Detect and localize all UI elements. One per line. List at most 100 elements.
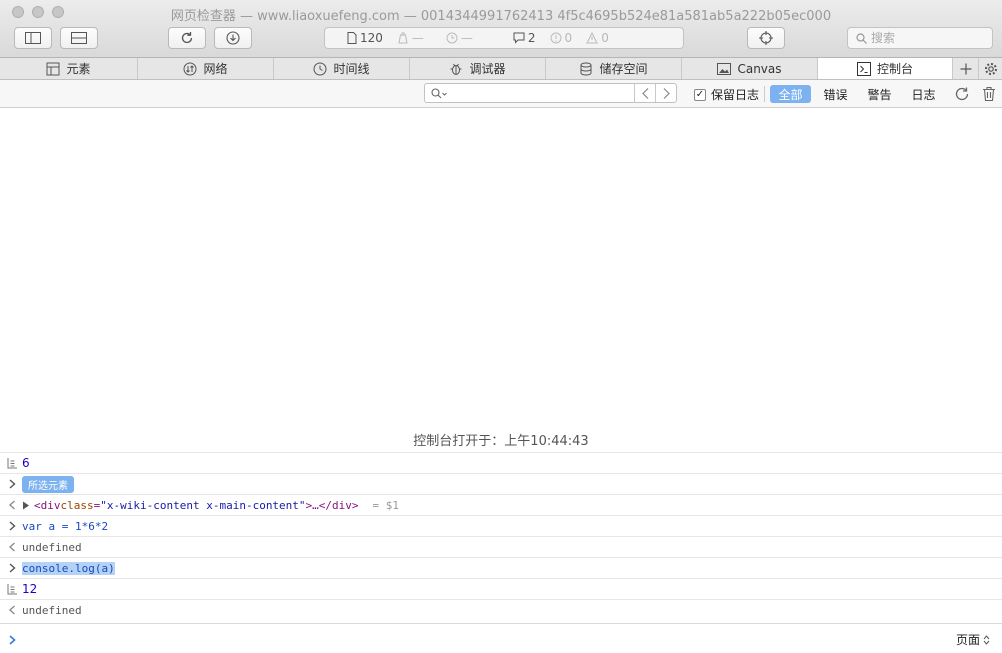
tab-console[interactable]: 控制台 (818, 58, 953, 79)
reload-button[interactable] (168, 27, 206, 49)
filter-field[interactable] (424, 83, 677, 103)
dock-bottom-button[interactable] (60, 27, 98, 49)
dock-side-button[interactable] (14, 27, 52, 49)
reload-icon (181, 32, 193, 44)
console-result[interactable]: undefined (0, 599, 1002, 620)
log-icon (6, 582, 18, 596)
search-icon (856, 32, 867, 44)
chevron-left-icon (641, 87, 648, 99)
dock-side-icon (25, 32, 41, 44)
weight-icon (398, 32, 408, 44)
resource-size[interactable]: — (397, 31, 424, 45)
prompt-chevron-icon (6, 519, 18, 533)
activity-viewer: 120 — — 2 0 0 (324, 27, 684, 49)
crosshair-icon (759, 31, 773, 45)
tab-debugger[interactable]: 调试器 (410, 58, 546, 79)
result-arrow-icon (6, 540, 18, 554)
element-attribute-equals: = (93, 498, 101, 512)
console-result[interactable]: undefined (0, 536, 1002, 557)
console-filter-bar: ✓ 保留日志 全部 错误 警告 日志 (0, 80, 1002, 108)
logs-count[interactable]: 2 (513, 31, 536, 45)
tab-elements[interactable]: 元素 (0, 58, 138, 79)
network-icon (183, 62, 197, 75)
filter-input[interactable] (447, 84, 634, 102)
load-time[interactable]: — (446, 31, 473, 45)
download-icon (226, 31, 240, 45)
result-value: undefined (22, 603, 82, 617)
chevron-right-icon (663, 87, 670, 99)
canvas-icon (717, 62, 732, 75)
execution-context-selector[interactable]: 页面 (956, 631, 990, 648)
search-icon (431, 87, 447, 98)
prompt-chevron-icon (6, 477, 18, 491)
selected-element-badge: 所选元素 (22, 475, 74, 493)
clear-on-reload-button[interactable] (953, 85, 971, 103)
filter-logs-button[interactable]: 日志 (903, 85, 944, 103)
clock-icon (446, 32, 458, 44)
prompt-chevron-icon (6, 633, 18, 647)
command-text: var a = 1*6*2 (22, 519, 109, 533)
search-field[interactable] (847, 27, 993, 49)
result-arrow-icon (6, 603, 18, 617)
window-title: 网页检查器 — www.liaoxuefeng.com — 0014344991… (170, 9, 832, 24)
storage-icon (580, 62, 592, 76)
console-result[interactable]: <div class = "x-wiki-content x-main-cont… (0, 494, 1002, 515)
document-icon (347, 32, 357, 44)
console-input[interactable]: 所选元素 (0, 473, 1002, 494)
timeline-icon (313, 62, 327, 75)
console-input[interactable]: console.log(a) (0, 557, 1002, 578)
warnings-count[interactable]: 0 (586, 31, 609, 45)
console-opened-timestamp: 控制台打开于：上午10:44:43 (413, 434, 589, 449)
clear-console-button[interactable] (980, 85, 998, 103)
element-attribute-value: "x-wiki-content x-main-content" (100, 498, 306, 512)
disclosure-triangle-icon[interactable] (22, 501, 30, 510)
dock-bottom-icon (71, 32, 87, 44)
console-input[interactable]: var a = 1*6*2 (0, 515, 1002, 536)
result-value: undefined (22, 540, 82, 554)
saved-variable-label: = $1 (372, 498, 400, 512)
log-value: 6 (22, 456, 30, 470)
gear-icon (984, 62, 997, 75)
console-message[interactable]: 12 (0, 578, 1002, 599)
log-value: 12 (22, 582, 38, 596)
download-button[interactable] (214, 27, 252, 49)
command-text: console.log(a) (22, 561, 115, 575)
filter-errors-button[interactable]: 错误 (815, 85, 856, 103)
chevron-up-down-icon (983, 634, 990, 645)
settings-button[interactable] (979, 58, 1002, 79)
preserve-log-checkbox[interactable]: ✓ (694, 88, 706, 101)
filter-all-button[interactable]: 全部 (770, 85, 811, 103)
errors-count[interactable]: 0 (550, 31, 572, 45)
element-attribute-name: class (60, 498, 94, 512)
element-tag-close: >…</div> (305, 498, 359, 512)
tab-storage[interactable]: 储存空间 (546, 58, 682, 79)
filter-separator (764, 86, 765, 102)
tab-canvas[interactable]: Canvas (682, 58, 818, 79)
console-icon (856, 61, 871, 76)
console-message[interactable]: 6 (0, 452, 1002, 473)
console-output[interactable]: 控制台打开于：上午10:44:43 6 所选元素 <div class = "x… (0, 108, 1002, 653)
plus-icon (960, 63, 971, 74)
tab-timeline[interactable]: 时间线 (274, 58, 410, 79)
next-match-button[interactable] (655, 84, 676, 102)
previous-match-button[interactable] (634, 84, 655, 102)
window-toolbar: 网页检查器 — www.liaoxuefeng.com — 0014344991… (0, 0, 1002, 58)
prompt-chevron-icon (6, 561, 18, 575)
warning-icon (586, 32, 598, 44)
log-icon (6, 456, 18, 470)
trash-icon (983, 86, 995, 102)
resources-count[interactable]: 120 (347, 31, 383, 45)
preserve-log-toggle[interactable]: ✓ 保留日志 (694, 86, 759, 103)
elements-icon (46, 62, 60, 75)
search-input[interactable] (871, 31, 971, 45)
console-prompt[interactable]: 页面 (0, 623, 1002, 653)
inspect-element-button[interactable] (747, 27, 785, 49)
speech-bubble-icon (513, 32, 525, 44)
add-tab-button[interactable] (953, 58, 979, 79)
error-icon (550, 32, 562, 44)
tab-network[interactable]: 网络 (138, 58, 274, 79)
refresh-icon (955, 87, 969, 101)
tab-bar: 元素 网络 时间线 调试器 储存空间 Canvas 控制台 (0, 58, 1002, 80)
filter-warnings-button[interactable]: 警告 (859, 85, 900, 103)
result-arrow-icon (6, 498, 18, 512)
